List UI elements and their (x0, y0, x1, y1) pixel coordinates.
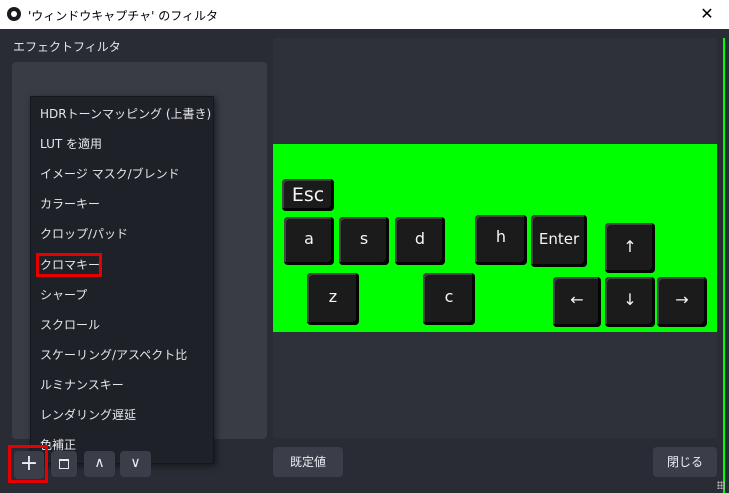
remove-filter-button[interactable] (51, 451, 77, 477)
right-edge-green-strip (723, 38, 725, 493)
key-c: c (423, 273, 475, 325)
key-s: s (339, 217, 389, 265)
key-up: ↑ (605, 223, 655, 273)
key-enter: Enter (531, 215, 587, 267)
trash-icon (59, 459, 69, 469)
menu-item-hdr-tonemap[interactable]: HDRトーンマッピング (上書き) (40, 103, 211, 125)
key-esc: Esc (282, 179, 334, 211)
menu-item-render-delay[interactable]: レンダリング遅延 (40, 404, 136, 426)
menu-item-apply-lut[interactable]: LUT を適用 (40, 133, 102, 155)
key-d: d (395, 217, 445, 265)
chroma-key-highlight-box (36, 253, 102, 277)
menu-item-chroma-key[interactable]: クロマキー (36, 253, 102, 277)
chroma-green-source: Esc a s d h Enter ↑ z c ← ↓ → (273, 144, 717, 332)
defaults-button[interactable]: 既定値 (273, 447, 343, 477)
key-right: → (657, 277, 707, 327)
window-title: 'ウィンドウキャプチャ' のフィルタ (28, 9, 219, 23)
menu-item-crop-pad[interactable]: クロップ/パッド (40, 223, 128, 245)
close-button[interactable]: 閉じる (653, 447, 717, 477)
obs-logo-icon (7, 7, 21, 21)
key-z: z (307, 273, 359, 325)
resize-grip-icon[interactable] (717, 481, 725, 489)
close-icon[interactable]: ✕ (685, 0, 729, 29)
key-down: ↓ (605, 277, 655, 327)
menu-item-luma-key[interactable]: ルミナンスキー (40, 374, 124, 396)
move-down-button[interactable]: ∨ (120, 451, 151, 477)
menu-item-scaling[interactable]: スケーリング/アスペクト比 (40, 344, 187, 366)
key-a: a (284, 217, 334, 265)
add-button-highlight-box (8, 445, 48, 483)
menu-item-scroll[interactable]: スクロール (40, 314, 100, 336)
menu-item-sharpen[interactable]: シャープ (40, 284, 87, 306)
move-up-button[interactable]: ∧ (84, 451, 115, 477)
menu-item-color-key[interactable]: カラーキー (40, 193, 100, 215)
key-left: ← (553, 277, 601, 327)
menu-item-image-mask[interactable]: イメージ マスク/ブレンド (40, 163, 180, 185)
title-bar: 'ウィンドウキャプチャ' のフィルタ ✕ (0, 0, 729, 29)
effect-filters-label: エフェクトフィルタ (13, 40, 121, 54)
add-filter-menu: HDRトーンマッピング (上書き) LUT を適用 イメージ マスク/ブレンド … (30, 96, 214, 464)
preview-area: Esc a s d h Enter ↑ z c ← ↓ → (273, 38, 717, 438)
key-h: h (475, 215, 527, 265)
